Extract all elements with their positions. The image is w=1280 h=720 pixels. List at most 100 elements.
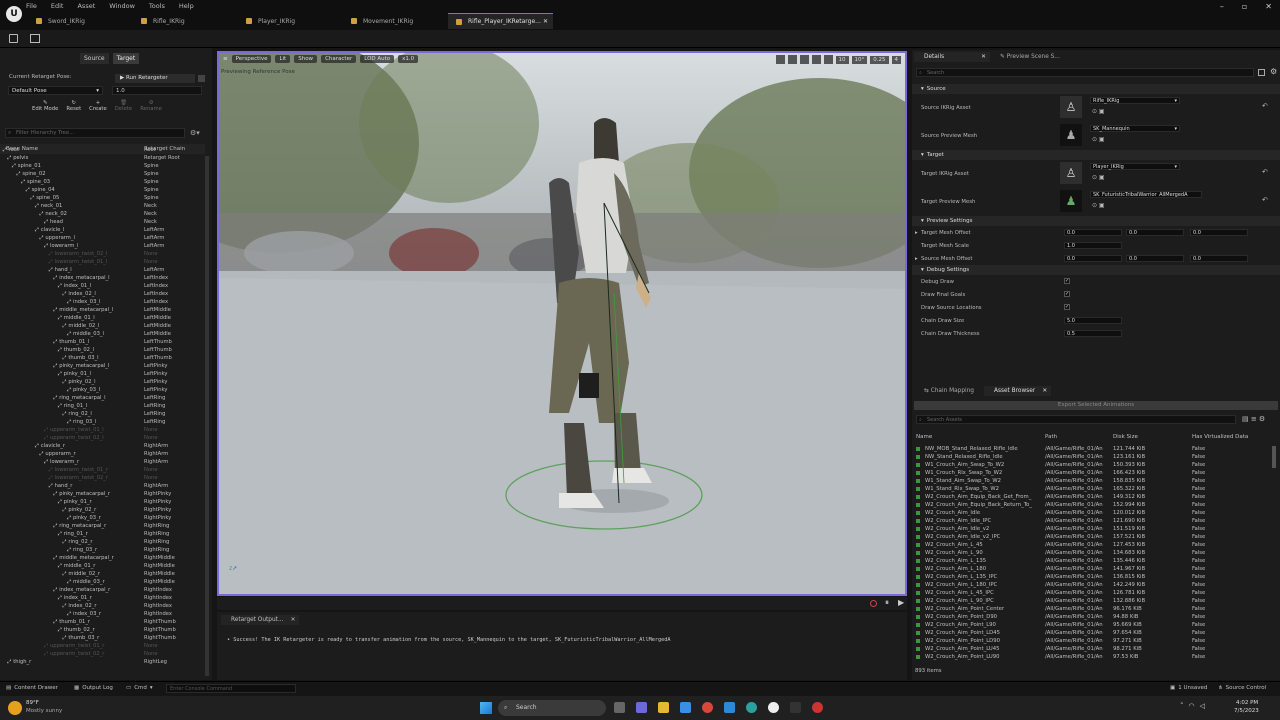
bone-row[interactable]: ⤢ index_01_r RightIndex: [0, 594, 205, 602]
retarget-chain[interactable]: RightPinky: [144, 507, 171, 513]
asset-tab-1[interactable]: Rifle_IKRig: [133, 13, 238, 29]
run-retargeter-button[interactable]: ▶ Run Retargeter: [115, 74, 195, 83]
asset-row[interactable]: W2_Crouch_Aim_L_135/All/Game/Rifle_01/An…: [912, 557, 1272, 565]
record-icon[interactable]: [870, 600, 877, 607]
retarget-chain[interactable]: LeftIndex: [144, 283, 168, 289]
bone-row[interactable]: ⤢ neck_01 Neck: [0, 202, 205, 210]
browse-asset-icon[interactable]: ⊙ ▣: [1092, 202, 1105, 209]
source-offset-x[interactable]: 0.0: [1064, 255, 1122, 262]
retarget-chain[interactable]: Spine: [144, 179, 159, 185]
bone-row[interactable]: ⤢ head Neck: [0, 218, 205, 226]
bone-row[interactable]: ⤢ ring_01_l LeftRing: [0, 402, 205, 410]
retarget-chain[interactable]: LeftThumb: [144, 347, 172, 353]
unreal-logo-icon[interactable]: U: [6, 6, 22, 22]
bone-row[interactable]: ⤢ pinky_metacarpal_l LeftPinky: [0, 362, 205, 370]
source-control-button[interactable]: ⋔ Source Control: [1218, 685, 1266, 691]
asset-row[interactable]: NW_Stand_Relaxed_Rifle_Idle/All/Game/Rif…: [912, 453, 1272, 461]
browse-icon[interactable]: [30, 34, 40, 43]
asset-row[interactable]: W1_Crouch_Rlx_Swap_To_W2/All/Game/Rifle_…: [912, 469, 1272, 477]
asset-row[interactable]: W2_Crouch_Aim_L_180_IPC/All/Game/Rifle_0…: [912, 581, 1272, 589]
retarget-chain[interactable]: RightRing: [144, 531, 169, 537]
bone-row[interactable]: ⤢ pinky_01_r RightPinky: [0, 498, 205, 506]
retarget-chain[interactable]: Spine: [144, 171, 159, 177]
close-icon[interactable]: ✕: [291, 615, 296, 625]
edit-mode-button[interactable]: ✎ Edit Mode: [32, 100, 58, 112]
bone-row[interactable]: ⤢ index_01_l LeftIndex: [0, 282, 205, 290]
asset-row[interactable]: W2_Crouch_Aim_Point_LD45/All/Game/Rifle_…: [912, 629, 1272, 637]
viewport-button-1[interactable]: Lit: [275, 55, 291, 63]
bone-row[interactable]: ⤢ thumb_03_l LeftThumb: [0, 354, 205, 362]
vscode-icon[interactable]: [724, 702, 735, 713]
asset-tab-2[interactable]: Player_IKRig: [238, 13, 343, 29]
bone-row[interactable]: ⤢ ring_metacarpal_l LeftRing: [0, 394, 205, 402]
clock-date[interactable]: 7/5/2023: [1234, 708, 1259, 714]
target-ikrig-select[interactable]: Player_IKRig ▾: [1090, 163, 1180, 170]
grid-view-icon[interactable]: [1258, 69, 1265, 76]
retarget-chain[interactable]: None: [144, 643, 158, 649]
retarget-chain[interactable]: RightIndex: [144, 611, 172, 617]
scale-icon[interactable]: [811, 55, 821, 64]
debug-draw-checkbox[interactable]: ✓: [1064, 278, 1070, 284]
bone-row[interactable]: ⤢ lowerarm_twist_02_r None: [0, 474, 205, 482]
viewport-menu-icon[interactable]: ≡: [223, 56, 228, 62]
section-debug-settings[interactable]: ▾ Debug Settings: [912, 265, 1280, 275]
expand-arrow-icon[interactable]: ▸: [915, 256, 918, 262]
bone-row[interactable]: ⤢ index_metacarpal_r RightIndex: [0, 586, 205, 594]
retarget-chain[interactable]: RightThumb: [144, 627, 176, 633]
bone-row[interactable]: ⤢ upperarm_r RightArm: [0, 450, 205, 458]
pose-blend-field[interactable]: 1.0: [112, 86, 202, 95]
epic-launcher-icon[interactable]: [790, 702, 801, 713]
reset-button[interactable]: ↻ Reset: [66, 100, 81, 112]
select-icon[interactable]: [775, 55, 785, 64]
create-button[interactable]: + Create: [89, 100, 107, 112]
target-offset-x[interactable]: 0.0: [1064, 229, 1122, 236]
viewport-button-3[interactable]: Character: [321, 55, 357, 63]
bone-row[interactable]: ⤢ middle_02_l LeftMiddle: [0, 322, 205, 330]
bone-row[interactable]: ⤢ spine_02 Spine: [0, 170, 205, 178]
retarget-chain[interactable]: Root: [144, 147, 156, 153]
col-virtualized[interactable]: Has Virtualized Data: [1192, 434, 1248, 440]
retarget-chain[interactable]: LeftThumb: [144, 339, 172, 345]
clock-time[interactable]: 4:02 PM: [1236, 700, 1258, 706]
asset-row[interactable]: W2_Crouch_Aim_Point_LU90/All/Game/Rifle_…: [912, 653, 1272, 661]
section-source[interactable]: ▾ Source: [912, 84, 1280, 94]
bone-row[interactable]: ⤢ clavicle_l LeftArm: [0, 226, 205, 234]
bone-row[interactable]: ⤢ thumb_03_r RightThumb: [0, 634, 205, 642]
console-input[interactable]: Enter Console Command: [166, 684, 296, 693]
asset-row[interactable]: W2_Crouch_Aim_Idle_IPC/All/Game/Rifle_01…: [912, 517, 1272, 525]
retarget-chain[interactable]: RightArm: [144, 483, 168, 489]
bone-row[interactable]: ⤢ index_02_r RightIndex: [0, 602, 205, 610]
section-preview-settings[interactable]: ▾ Preview Settings: [912, 216, 1280, 226]
asset-row[interactable]: W2_Crouch_Aim_L_135_IPC/All/Game/Rifle_0…: [912, 573, 1272, 581]
bone-row[interactable]: ⤢ thumb_02_l LeftThumb: [0, 346, 205, 354]
tab-asset-browser[interactable]: Asset Browser ✕: [983, 386, 1052, 396]
viewport-snap-3[interactable]: 4: [891, 55, 901, 64]
source-offset-z[interactable]: 0.0: [1190, 255, 1248, 262]
close-icon[interactable]: ✕: [1265, 2, 1272, 11]
hierarchy-scrollbar[interactable]: [205, 156, 209, 676]
asset-scrollbar[interactable]: [1272, 446, 1276, 468]
retarget-chain[interactable]: LeftMiddle: [144, 315, 171, 321]
bone-row[interactable]: ⤢ index_metacarpal_l LeftIndex: [0, 274, 205, 282]
viewport-button-4[interactable]: LOD Auto: [360, 55, 395, 63]
retarget-chain[interactable]: None: [144, 427, 158, 433]
weather-icon[interactable]: [8, 701, 22, 715]
retarget-chain[interactable]: LeftIndex: [144, 299, 168, 305]
bone-row[interactable]: ⤢ upperarm_l LeftArm: [0, 234, 205, 242]
bone-row[interactable]: ⤢ index_02_l LeftIndex: [0, 290, 205, 298]
retarget-chain[interactable]: Spine: [144, 195, 159, 201]
recorder-icon[interactable]: [812, 702, 823, 713]
bone-row[interactable]: ⤢ thigh_r RightLeg: [0, 658, 205, 666]
bone-row[interactable]: ⤢ upperarm_twist_02_l None: [0, 434, 205, 442]
menu-item-file[interactable]: File: [26, 0, 37, 12]
minimize-icon[interactable]: –: [1220, 2, 1224, 11]
retarget-chain[interactable]: LeftArm: [144, 243, 164, 249]
retarget-chain[interactable]: RightArm: [144, 443, 168, 449]
source-ikrig-select[interactable]: Rifle_IKRig ▾: [1090, 97, 1180, 104]
tab-target[interactable]: Target: [112, 53, 140, 64]
tab-chain-mapping[interactable]: ⇆ Chain Mapping: [914, 386, 984, 396]
asset-row[interactable]: NW_MOB_Stand_Relaxed_Rifle_Idle/All/Game…: [912, 445, 1272, 453]
target-offset-z[interactable]: 0.0: [1190, 229, 1248, 236]
hierarchy-filter[interactable]: ⌕ Filter Hierarchy Tree...: [5, 128, 185, 138]
bone-row[interactable]: ⤢ upperarm_twist_01_r None: [0, 642, 205, 650]
